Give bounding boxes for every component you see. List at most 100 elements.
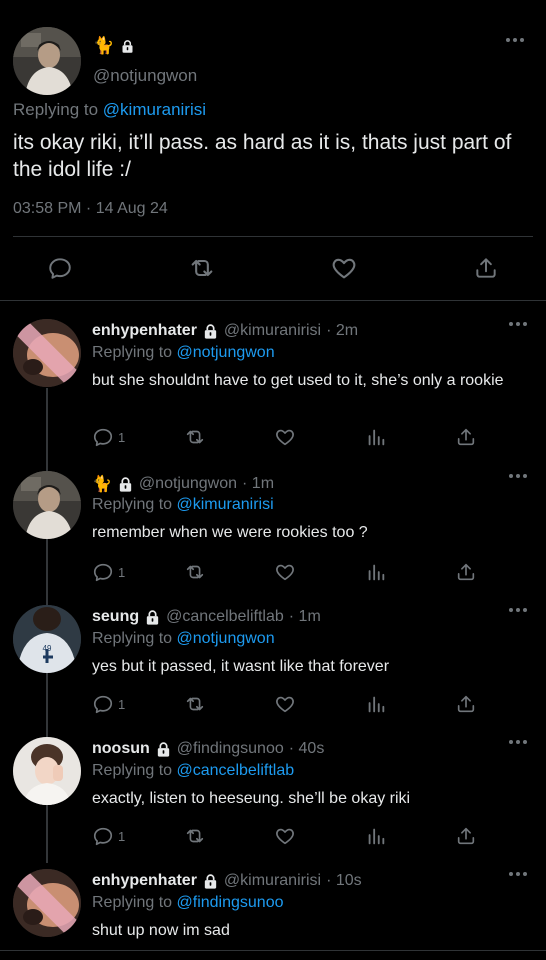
replying-to-link[interactable]: @kimuranirisi xyxy=(177,496,274,513)
reply-icon xyxy=(92,561,114,583)
replying-to: Replying to @kimuranirisi xyxy=(13,100,206,120)
lock-icon xyxy=(202,323,219,340)
reply-icon xyxy=(92,693,114,715)
reply-tweet[interactable]: 49 seung @cancelbeliftlab · 1m Replying … xyxy=(0,605,546,720)
lock-icon xyxy=(155,741,172,758)
main-tweet: 🐈 @notjungwon Replying to @kimuranirisi … xyxy=(0,0,546,300)
like-icon[interactable] xyxy=(274,560,296,584)
share-icon[interactable] xyxy=(455,692,477,716)
retweet-icon[interactable] xyxy=(188,254,216,282)
replying-label: Replying to xyxy=(92,762,173,779)
avatar[interactable] xyxy=(13,737,81,805)
reply-button[interactable]: 1 xyxy=(92,692,125,716)
reply-tweet[interactable]: noosun @findingsunoo · 40s Replying to @… xyxy=(0,737,546,852)
replying-label: Replying to xyxy=(92,496,173,513)
handle[interactable]: @kimuranirisi xyxy=(224,872,321,890)
share-icon[interactable] xyxy=(455,560,477,584)
lock-icon xyxy=(120,39,135,54)
reply-count: 1 xyxy=(118,564,126,580)
replying-to-link[interactable]: @findingsunoo xyxy=(177,894,284,911)
retweet-icon[interactable] xyxy=(184,824,206,848)
handle[interactable]: @notjungwon xyxy=(93,66,197,86)
replying-to: Replying to @notjungwon xyxy=(92,630,275,648)
divider xyxy=(0,950,546,951)
reply-button[interactable]: 1 xyxy=(92,425,125,449)
reply-icon[interactable] xyxy=(46,254,74,282)
analytics-icon[interactable] xyxy=(365,560,387,584)
reply-tweet[interactable]: enhypenhater @kimuranirisi · 2m Replying… xyxy=(0,319,546,449)
reply-header: enhypenhater @kimuranirisi · 2m xyxy=(92,322,358,340)
replying-to-link[interactable]: @kimuranirisi xyxy=(103,100,206,119)
reply-tweet[interactable]: 🐈 @notjungwon · 1m Replying to @kimurani… xyxy=(0,471,546,586)
divider xyxy=(13,236,533,237)
svg-text:49: 49 xyxy=(43,644,52,653)
replying-to-link[interactable]: @cancelbeliftlab xyxy=(177,762,295,779)
more-icon[interactable] xyxy=(509,322,527,326)
lock-icon xyxy=(117,476,134,493)
reply-time: · 1m xyxy=(288,608,321,625)
analytics-icon[interactable] xyxy=(365,425,387,449)
tweet-actions xyxy=(0,248,546,288)
replying-to-link[interactable]: @notjungwon xyxy=(177,344,275,361)
reply-actions: 1 xyxy=(92,824,492,848)
more-icon[interactable] xyxy=(509,474,527,478)
reply-button[interactable]: 1 xyxy=(92,560,125,584)
display-name[interactable]: enhypenhater xyxy=(92,322,197,340)
reply-text: remember when we were rookies too ? xyxy=(92,524,368,541)
analytics-icon[interactable] xyxy=(365,692,387,716)
share-icon[interactable] xyxy=(455,824,477,848)
reply-text: but she shouldnt have to get used to it,… xyxy=(92,372,504,389)
avatar[interactable] xyxy=(13,27,81,95)
reply-header: seung @cancelbeliftlab · 1m xyxy=(92,608,321,626)
avatar[interactable]: 49 xyxy=(13,605,81,673)
avatar[interactable] xyxy=(13,319,81,387)
share-icon[interactable] xyxy=(455,425,477,449)
display-name[interactable]: noosun xyxy=(92,740,150,758)
display-name[interactable]: 🐈 xyxy=(92,474,112,494)
handle[interactable]: @notjungwon xyxy=(139,475,237,493)
reply-count: 1 xyxy=(118,828,126,844)
more-icon[interactable] xyxy=(509,740,527,744)
reply-header: enhypenhater @kimuranirisi · 10s xyxy=(92,872,362,890)
handle[interactable]: @cancelbeliftlab xyxy=(166,608,284,626)
avatar[interactable] xyxy=(13,869,81,937)
display-name[interactable]: enhypenhater xyxy=(92,872,197,890)
reply-time: · 2m xyxy=(326,322,359,339)
timestamp[interactable]: 03:58 PM · 14 Aug 24 xyxy=(13,200,168,218)
replying-to: Replying to @cancelbeliftlab xyxy=(92,762,294,780)
more-icon[interactable] xyxy=(509,608,527,612)
like-icon[interactable] xyxy=(274,425,296,449)
analytics-icon[interactable] xyxy=(365,824,387,848)
retweet-icon[interactable] xyxy=(184,425,206,449)
more-icon[interactable] xyxy=(509,872,527,876)
lock-icon xyxy=(144,609,161,626)
display-name[interactable]: seung xyxy=(92,608,139,626)
more-icon[interactable] xyxy=(506,38,524,42)
retweet-icon[interactable] xyxy=(184,560,206,584)
replying-to: Replying to @findingsunoo xyxy=(92,894,283,912)
reply-actions: 1 xyxy=(92,425,492,449)
retweet-icon[interactable] xyxy=(184,692,206,716)
replying-to: Replying to @notjungwon xyxy=(92,344,275,362)
handle[interactable]: @kimuranirisi xyxy=(224,322,321,340)
like-icon[interactable] xyxy=(274,692,296,716)
share-icon[interactable] xyxy=(472,254,500,282)
like-icon[interactable] xyxy=(330,254,358,282)
like-icon[interactable] xyxy=(274,824,296,848)
divider xyxy=(0,300,546,301)
reply-header: noosun @findingsunoo · 40s xyxy=(92,740,324,758)
handle[interactable]: @findingsunoo xyxy=(177,740,284,758)
reply-text: exactly, listen to heeseung. she’ll be o… xyxy=(92,790,411,807)
reply-count: 1 xyxy=(118,429,126,445)
replying-to-link[interactable]: @notjungwon xyxy=(177,630,275,647)
replying-label: Replying to xyxy=(13,100,99,119)
replying-to: Replying to @kimuranirisi xyxy=(92,496,274,514)
reply-button[interactable]: 1 xyxy=(92,824,125,848)
reply-icon xyxy=(92,426,114,448)
display-name[interactable]: 🐈 xyxy=(93,36,135,56)
tweet-text: its okay riki, it’ll pass. as hard as it… xyxy=(13,131,512,181)
reply-actions: 1 xyxy=(92,560,492,584)
reply-tweet[interactable]: enhypenhater @kimuranirisi · 10s Replyin… xyxy=(0,869,546,949)
reply-time: · 1m xyxy=(242,475,275,492)
avatar[interactable] xyxy=(13,471,81,539)
